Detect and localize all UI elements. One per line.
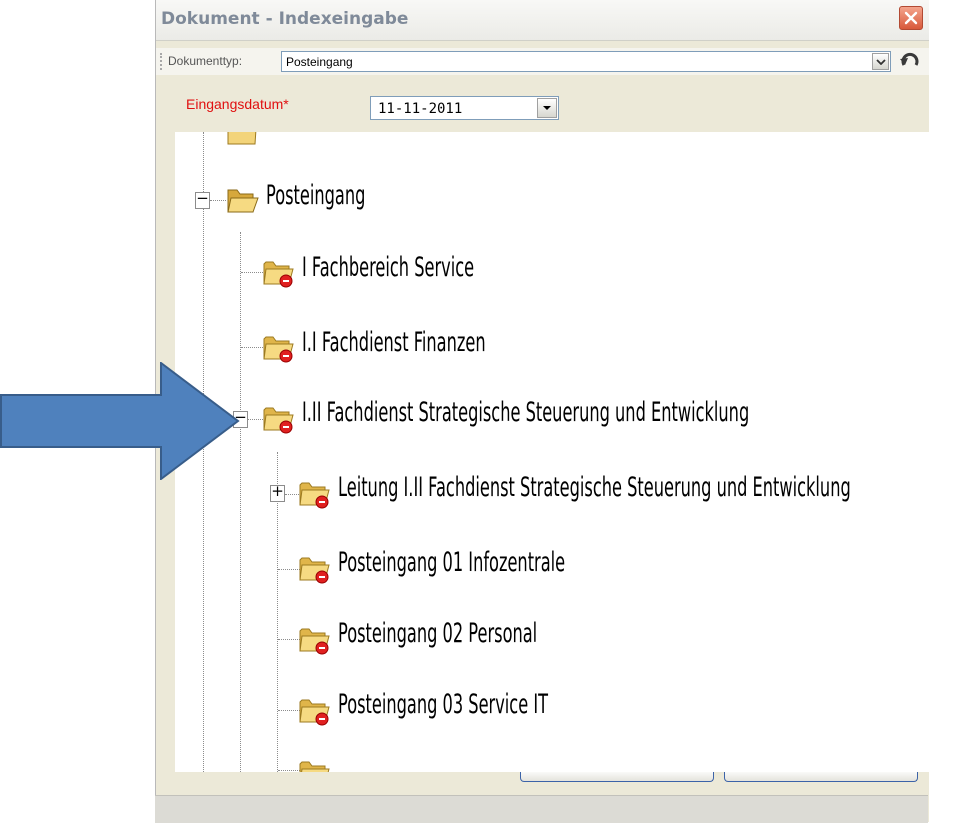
tree-item-label[interactable]: Posteingang 01 Infozentrale bbox=[338, 547, 565, 578]
toolbar-grip[interactable] bbox=[160, 53, 164, 70]
date-value: 11-11-2011 bbox=[378, 101, 463, 117]
tree-item-label[interactable]: Posteingang bbox=[266, 180, 365, 211]
date-label: Eingangsdatum* bbox=[186, 96, 289, 112]
chevron-down-icon bbox=[543, 106, 551, 110]
document-type-dropdown-button[interactable] bbox=[872, 53, 889, 70]
pointer-arrow-icon bbox=[0, 362, 240, 480]
folder-restricted-icon[interactable] bbox=[297, 550, 331, 584]
date-field[interactable]: 11-11-2011 bbox=[370, 96, 559, 120]
folder-restricted-icon[interactable] bbox=[261, 329, 295, 363]
tree-connector bbox=[210, 200, 226, 201]
date-dropdown-button[interactable] bbox=[537, 98, 557, 118]
folder-restricted-icon[interactable] bbox=[297, 621, 331, 655]
tree-connector bbox=[241, 347, 263, 348]
folder-restricted-icon[interactable] bbox=[261, 254, 295, 288]
document-type-toolbar: Dokumenttyp: Posteingang bbox=[156, 48, 929, 75]
folder-restricted-icon[interactable] bbox=[261, 400, 295, 434]
document-type-value: Posteingang bbox=[286, 55, 353, 69]
tree-item-label[interactable]: I Fachbereich Service bbox=[302, 252, 474, 283]
tree-expand-toggle[interactable]: + bbox=[270, 482, 285, 502]
document-type-label: Dokumenttyp: bbox=[168, 54, 243, 68]
tree-item-label[interactable]: I.II Fachdienst Strategische Steuerung u… bbox=[302, 397, 749, 428]
refresh-icon bbox=[900, 52, 919, 66]
folder-restricted-icon[interactable] bbox=[297, 475, 331, 509]
tree-item-label[interactable]: Posteingang 03 Service IT bbox=[338, 689, 548, 720]
title-bar[interactable]: Dokument - Indexeingabe bbox=[156, 0, 929, 41]
close-button[interactable] bbox=[899, 6, 923, 30]
tree-item-label[interactable]: I.I Fachdienst Finanzen bbox=[302, 327, 486, 358]
window-title: Dokument - Indexeingabe bbox=[161, 9, 409, 29]
status-bar bbox=[155, 795, 928, 823]
tree-connector bbox=[241, 272, 263, 273]
refresh-button[interactable] bbox=[898, 51, 922, 73]
document-type-select[interactable]: Posteingang bbox=[281, 51, 891, 72]
folder-restricted-icon[interactable] bbox=[297, 692, 331, 726]
tree-guide-line bbox=[240, 232, 241, 772]
tree-collapse-toggle[interactable]: − bbox=[195, 189, 210, 209]
folder-icon bbox=[227, 132, 257, 145]
tree-item-label[interactable]: Posteingang 02 Personal bbox=[338, 618, 537, 649]
folder-tree: − Posteingang I Fachbereich Service I.I … bbox=[175, 132, 954, 772]
chevron-down-icon bbox=[876, 59, 886, 65]
folder-icon bbox=[299, 761, 330, 772]
close-icon bbox=[904, 11, 918, 25]
tree-item-label[interactable]: Leitung I.II Fachdienst Strategische Ste… bbox=[338, 472, 851, 503]
folder-open-icon[interactable] bbox=[225, 182, 259, 216]
